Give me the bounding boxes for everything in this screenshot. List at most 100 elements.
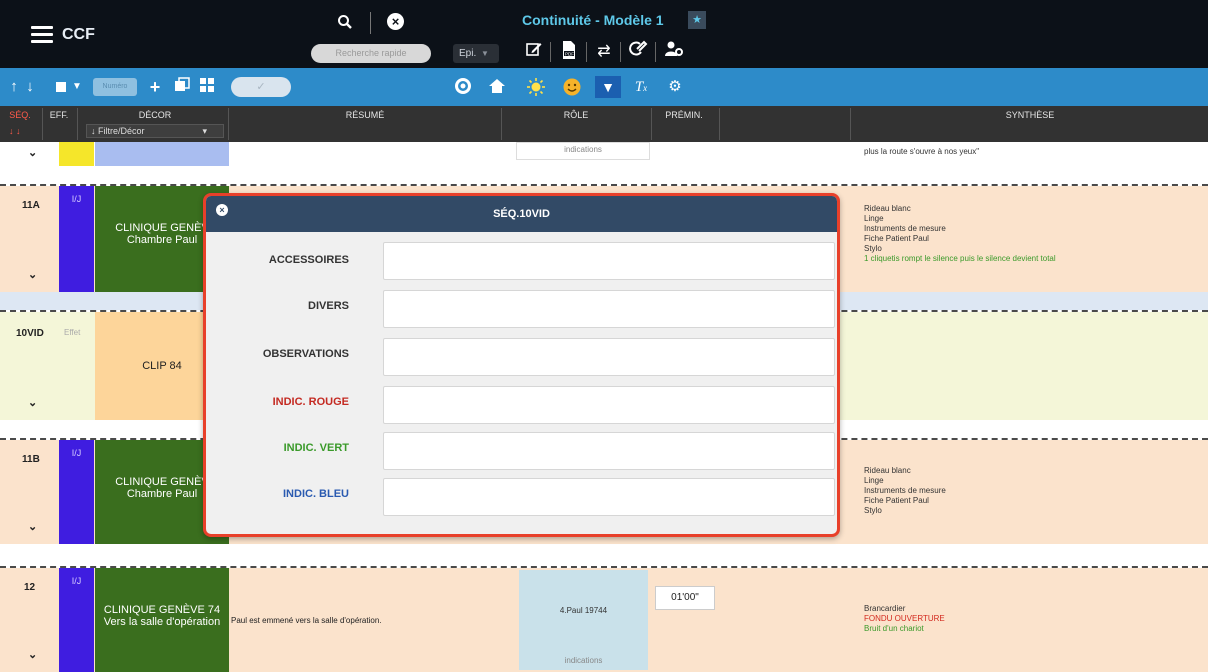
user-settings-icon[interactable] bbox=[662, 40, 686, 64]
divider bbox=[850, 108, 851, 140]
modal-title: SÉQ.10VID bbox=[206, 196, 837, 232]
app-root: CCF × Recherche rapide Epi. ▼ Continuité … bbox=[0, 0, 1208, 672]
sequence-detail-modal: SÉQ.10VID × ACCESSOIRES DIVERS OBSERVATI… bbox=[203, 193, 840, 537]
caret-down-icon[interactable]: ▼ bbox=[70, 77, 84, 97]
eff-badge: I/J bbox=[59, 186, 94, 292]
divider bbox=[501, 108, 502, 140]
divider bbox=[370, 12, 371, 34]
chevron-down-icon[interactable]: ⌄ bbox=[28, 268, 37, 281]
column-headers: SÉQ. ↓ ↓ EFF. DÉCOR ↓ Filtre/Décor ▾ RÉS… bbox=[0, 106, 1208, 142]
chevron-down-icon[interactable]: ⌄ bbox=[28, 146, 37, 159]
synthese-line: Instruments de mesure bbox=[864, 486, 946, 495]
field-label-indic-rouge: INDIC. ROUGE bbox=[272, 396, 349, 408]
eff-badge: I/J bbox=[59, 440, 94, 544]
premin-field[interactable]: 01'00" bbox=[655, 586, 715, 610]
validate-button[interactable]: ✓ bbox=[231, 77, 291, 97]
seq-number: 11B bbox=[22, 454, 40, 465]
sun-icon[interactable] bbox=[525, 77, 547, 97]
home-icon[interactable] bbox=[487, 77, 507, 97]
decor-filter-select[interactable]: ↓ Filtre/Décor ▾ bbox=[86, 124, 224, 138]
globe-icon[interactable] bbox=[453, 77, 473, 97]
sort-icon[interactable]: ↓ ↓ bbox=[9, 126, 21, 136]
divider bbox=[651, 108, 652, 140]
chevron-down-icon[interactable]: ⌄ bbox=[28, 396, 37, 409]
edit-icon[interactable] bbox=[522, 40, 546, 64]
role-indications: indications bbox=[564, 656, 603, 665]
eff-cell bbox=[59, 142, 94, 166]
chevron-down-icon: ▾ bbox=[202, 126, 207, 136]
clear-format-icon[interactable]: Tx bbox=[632, 77, 650, 97]
col-eff[interactable]: EFF. bbox=[45, 110, 73, 120]
sort-up-icon[interactable]: ↑ bbox=[8, 77, 20, 97]
synthese-line: Brancardier bbox=[864, 604, 906, 613]
chevron-down-icon: ▼ bbox=[481, 49, 489, 58]
chevron-down-icon[interactable]: ▼ bbox=[595, 76, 621, 98]
sort-down-icon[interactable]: ↓ bbox=[24, 77, 36, 97]
field-label-divers: DIVERS bbox=[308, 300, 349, 312]
col-resume[interactable]: RÉSUMÉ bbox=[230, 110, 500, 120]
indic-bleu-field[interactable] bbox=[383, 478, 835, 516]
table-row[interactable]: ⌄ indications plus la route s'ouvre à no… bbox=[0, 142, 1208, 166]
decor-cell: CLINIQUE GENÈVE 74 Vers la salle d'opéra… bbox=[95, 568, 229, 672]
synthese-line: Rideau blanc bbox=[864, 466, 911, 475]
divider bbox=[586, 42, 587, 62]
seq-number: 11A bbox=[22, 200, 40, 211]
indic-vert-field[interactable] bbox=[383, 432, 835, 470]
col-premin[interactable]: PRÉMIN. bbox=[653, 110, 715, 120]
role-indications[interactable]: indications bbox=[516, 142, 650, 160]
smiley-icon[interactable] bbox=[561, 77, 583, 97]
eff-badge: I/J bbox=[59, 568, 94, 672]
select-all-checkbox[interactable] bbox=[56, 82, 66, 92]
search-input[interactable]: Recherche rapide bbox=[311, 44, 431, 63]
role-name: 4.Paul 19744 bbox=[559, 606, 608, 615]
col-synthese[interactable]: SYNTHÈSE bbox=[852, 110, 1208, 120]
chevron-down-icon[interactable]: ⌄ bbox=[28, 520, 37, 533]
grid-icon[interactable] bbox=[198, 77, 216, 97]
star-icon[interactable]: ★ bbox=[688, 11, 706, 29]
menu-icon[interactable] bbox=[31, 26, 53, 44]
divider bbox=[620, 42, 621, 62]
synthese-line: Rideau blanc bbox=[864, 204, 911, 213]
observations-field[interactable] bbox=[383, 338, 835, 376]
synthese-red-line: FONDU OUVERTURE bbox=[864, 614, 945, 623]
search-icon[interactable] bbox=[337, 14, 353, 35]
synthese-line: Linge bbox=[864, 476, 884, 485]
pdf-icon[interactable]: PDF bbox=[557, 40, 581, 64]
synthese-line: Fiche Patient Paul bbox=[864, 496, 929, 505]
synthese-line: Instruments de mesure bbox=[864, 224, 946, 233]
synthese-green-line: Bruit d'un chariot bbox=[864, 624, 924, 633]
close-icon[interactable]: × bbox=[216, 204, 228, 216]
gear-icon[interactable]: ⚙ bbox=[664, 77, 686, 97]
divider bbox=[77, 108, 78, 140]
col-decor[interactable]: DÉCOR bbox=[86, 110, 224, 120]
divider bbox=[655, 42, 656, 62]
col-seq[interactable]: SÉQ. bbox=[6, 110, 34, 120]
add-icon[interactable]: + bbox=[147, 77, 163, 97]
synthese-text: Rideau blanc Linge Instruments de mesure… bbox=[864, 204, 1056, 264]
page-title: Continuité - Modèle 1 bbox=[522, 12, 664, 28]
table-row[interactable]: 12 ⌄ I/J CLINIQUE GENÈVE 74 Vers la sall… bbox=[0, 568, 1208, 672]
field-label-indic-bleu: INDIC. BLEU bbox=[283, 488, 349, 500]
episode-select[interactable]: Epi. ▼ bbox=[453, 44, 499, 63]
synthese-line: Fiche Patient Paul bbox=[864, 234, 929, 243]
divider bbox=[719, 108, 720, 140]
synthese-text: Brancardier FONDU OUVERTURE Bruit d'un c… bbox=[864, 604, 945, 634]
accessoires-field[interactable] bbox=[383, 242, 835, 280]
svg-text:PDF: PDF bbox=[565, 51, 574, 56]
synthese-text: plus la route s'ouvre à nos yeux" bbox=[864, 147, 980, 156]
role-cell[interactable]: 4.Paul 19744 indications bbox=[519, 570, 648, 670]
divers-field[interactable] bbox=[383, 290, 835, 328]
spacer bbox=[0, 544, 1208, 568]
swap-icon[interactable]: ⇄ bbox=[592, 40, 616, 64]
divider bbox=[550, 42, 551, 62]
indic-rouge-field[interactable] bbox=[383, 386, 835, 424]
chevron-down-icon[interactable]: ⌄ bbox=[28, 648, 37, 661]
search-replace-icon[interactable] bbox=[626, 40, 650, 64]
synthese-green-line: 1 cliquetis rompt le silence puis le sil… bbox=[864, 254, 1056, 263]
number-input[interactable]: Numéro bbox=[93, 78, 137, 96]
col-role[interactable]: RÔLE bbox=[503, 110, 649, 120]
field-label-indic-vert: INDIC. VERT bbox=[283, 442, 349, 454]
clear-search-icon[interactable]: × bbox=[387, 13, 404, 30]
duplicate-icon[interactable] bbox=[173, 77, 191, 97]
decor-cell bbox=[95, 142, 229, 166]
